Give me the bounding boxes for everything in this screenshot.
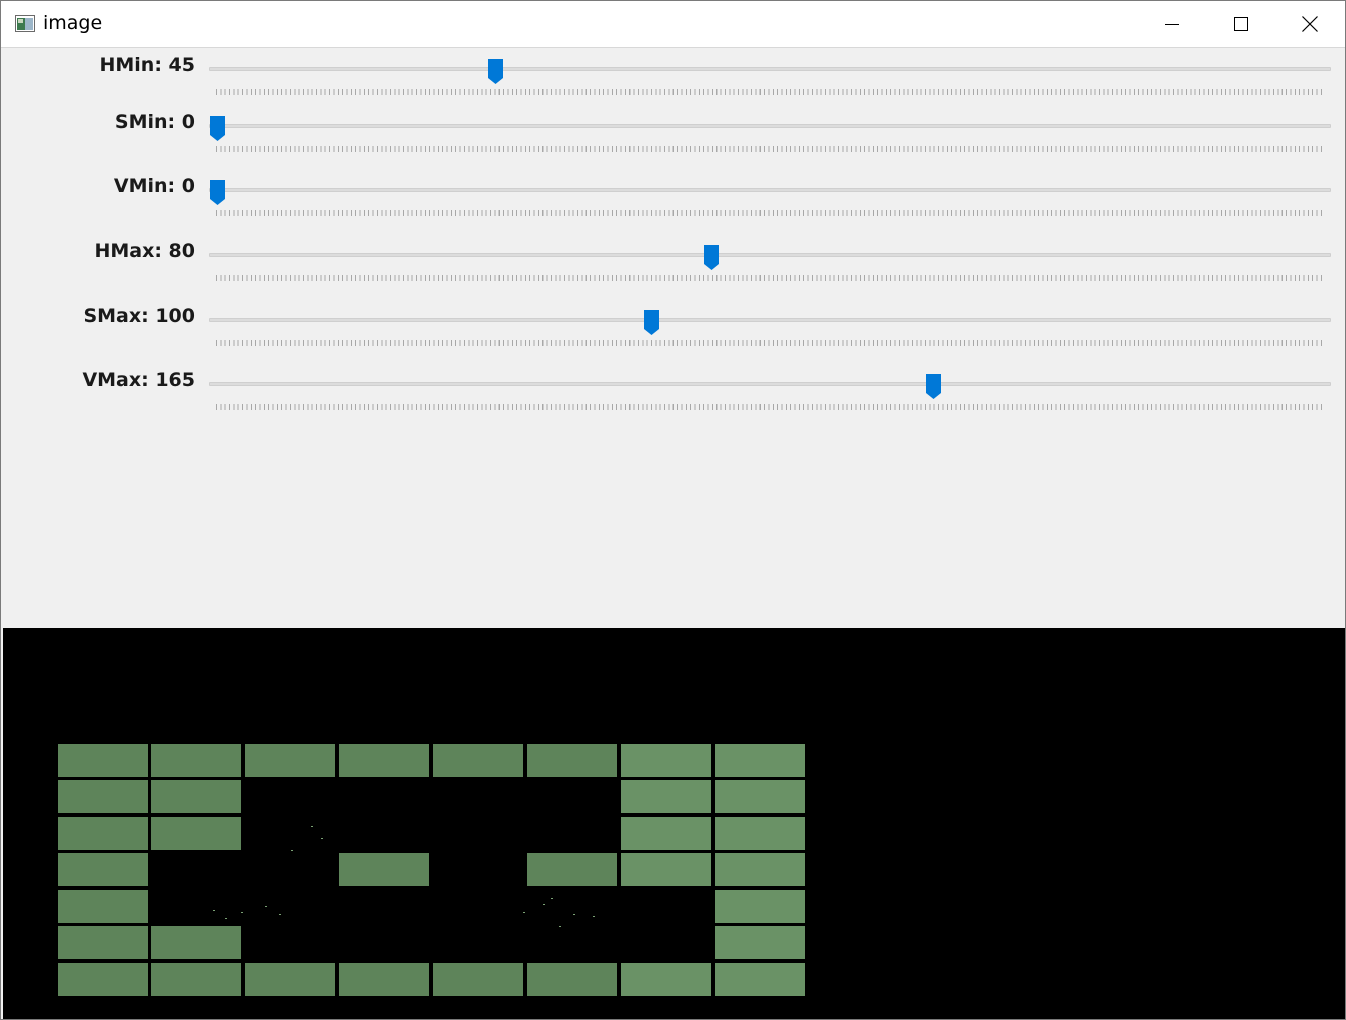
- brick: [621, 963, 711, 996]
- brick: [339, 744, 429, 777]
- trackbar-label: SMin: 0: [114, 111, 195, 133]
- brick: [58, 780, 148, 813]
- trackbar-track[interactable]: [209, 318, 1331, 322]
- brick: [527, 963, 617, 996]
- app-image-icon: [15, 15, 35, 32]
- noise-pixel: [573, 914, 575, 915]
- close-button[interactable]: [1275, 1, 1345, 47]
- brick: [621, 853, 711, 886]
- brick: [151, 817, 241, 850]
- trackbar-ticks: [216, 89, 1324, 95]
- brick: [151, 780, 241, 813]
- noise-pixel: [593, 916, 595, 917]
- noise-pixel: [311, 826, 313, 827]
- trackbar-ticks: [216, 404, 1324, 410]
- trackbar-track[interactable]: [209, 124, 1331, 128]
- noise-pixel: [279, 914, 281, 915]
- trackbar-ticks: [216, 146, 1324, 152]
- trackbar-vmin: VMin: 0: [1, 171, 1345, 221]
- brick: [527, 744, 617, 777]
- noise-pixel: [523, 912, 525, 913]
- brick: [58, 926, 148, 959]
- title-bar[interactable]: image: [1, 1, 1345, 48]
- brick: [151, 744, 241, 777]
- trackbar-ticks: [216, 275, 1324, 281]
- masked-image-view: [3, 628, 1345, 1019]
- trackbar-thumb[interactable]: [487, 58, 504, 85]
- trackbar-panel: HMin: 45 SMin: 0 VMin: 0 HMax: 80 SMax: …: [1, 48, 1345, 626]
- trackbar-ticks: [216, 210, 1324, 216]
- noise-pixel: [265, 906, 267, 907]
- brick: [58, 890, 148, 923]
- trackbar-track[interactable]: [209, 188, 1331, 192]
- trackbar-smin: SMin: 0: [1, 107, 1345, 157]
- trackbar-track[interactable]: [209, 67, 1331, 71]
- brick: [151, 926, 241, 959]
- noise-pixel: [291, 850, 293, 851]
- trackbar-vmax: VMax: 165: [1, 365, 1345, 415]
- maximize-button[interactable]: [1206, 1, 1276, 47]
- brick: [527, 853, 617, 886]
- noise-pixel: [225, 918, 227, 919]
- window-title: image: [43, 12, 103, 34]
- brick: [58, 853, 148, 886]
- trackbar-thumb[interactable]: [209, 179, 226, 206]
- trackbar-smax: SMax: 100: [1, 301, 1345, 351]
- opencv-window: image HMin: 45 SMin: 0 VMin: 0 HMax: 80 …: [0, 0, 1346, 1020]
- brick: [715, 780, 805, 813]
- brick: [715, 817, 805, 850]
- brick: [621, 817, 711, 850]
- brick: [58, 817, 148, 850]
- brick: [715, 890, 805, 923]
- close-icon: [1302, 16, 1318, 32]
- minimize-button[interactable]: [1137, 1, 1207, 47]
- trackbar-label: HMax: 80: [94, 240, 195, 262]
- masked-brick-image: [58, 744, 805, 996]
- brick: [339, 963, 429, 996]
- brick: [715, 926, 805, 959]
- noise-pixel: [321, 838, 323, 839]
- noise-pixel: [551, 898, 553, 899]
- brick: [715, 853, 805, 886]
- trackbar-thumb[interactable]: [209, 115, 226, 142]
- brick: [58, 744, 148, 777]
- trackbar-hmin: HMin: 45: [1, 50, 1345, 100]
- trackbar-label: VMax: 165: [82, 369, 195, 391]
- brick: [715, 744, 805, 777]
- trackbar-track[interactable]: [209, 382, 1331, 386]
- trackbar-label: SMax: 100: [83, 305, 195, 327]
- trackbar-ticks: [216, 340, 1324, 346]
- brick: [58, 963, 148, 996]
- brick: [621, 780, 711, 813]
- brick: [151, 963, 241, 996]
- brick: [433, 744, 523, 777]
- noise-pixel: [241, 912, 243, 913]
- brick: [339, 853, 429, 886]
- brick: [245, 963, 335, 996]
- brick: [621, 744, 711, 777]
- trackbar-label: HMin: 45: [99, 54, 195, 76]
- maximize-icon: [1234, 17, 1248, 31]
- noise-pixel: [559, 926, 561, 927]
- trackbar-label: VMin: 0: [113, 175, 195, 197]
- trackbar-thumb[interactable]: [925, 373, 942, 400]
- trackbar-track[interactable]: [209, 253, 1331, 257]
- brick: [433, 963, 523, 996]
- trackbar-thumb[interactable]: [703, 244, 720, 271]
- trackbar-hmax: HMax: 80: [1, 236, 1345, 286]
- noise-pixel: [213, 910, 215, 911]
- noise-pixel: [543, 904, 545, 905]
- brick: [245, 744, 335, 777]
- minimize-icon: [1165, 17, 1179, 31]
- brick: [715, 963, 805, 996]
- trackbar-thumb[interactable]: [643, 309, 660, 336]
